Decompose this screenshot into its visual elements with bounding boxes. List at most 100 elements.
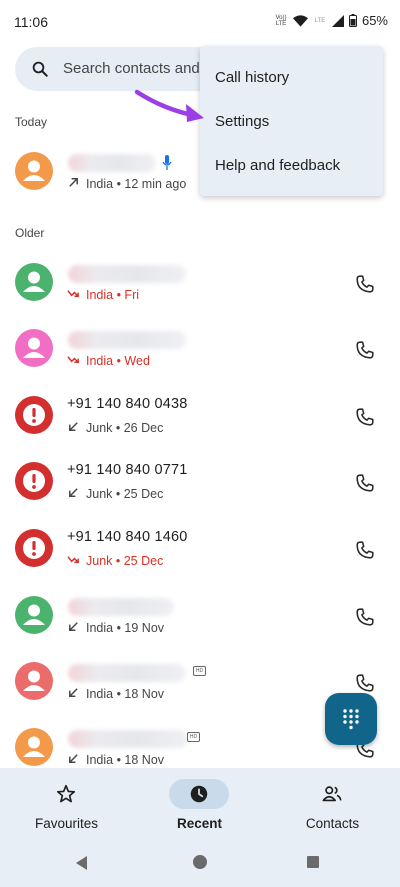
call-details: Junk • 25 Dec bbox=[67, 486, 163, 502]
call-missed-icon bbox=[67, 353, 80, 369]
junk-caller-avatar[interactable] bbox=[15, 529, 53, 567]
search-placeholder[interactable]: Search contacts and bbox=[63, 60, 200, 77]
home-icon[interactable] bbox=[193, 855, 207, 869]
call-button[interactable] bbox=[354, 606, 376, 628]
call-details: India • 19 Nov bbox=[67, 620, 164, 636]
volte-indicator: Vo)) LTE bbox=[275, 14, 287, 27]
junk-caller-avatar[interactable] bbox=[15, 396, 53, 434]
caller-name: +91 140 840 0771 bbox=[67, 462, 188, 478]
call-button[interactable] bbox=[354, 339, 376, 361]
blurred-contact-name bbox=[68, 154, 156, 172]
call-incoming-icon bbox=[67, 620, 80, 636]
section-today: Today bbox=[15, 115, 48, 129]
menu-item-settings[interactable]: Settings bbox=[215, 113, 269, 130]
star-icon bbox=[56, 784, 76, 803]
hd-call-icon: HD bbox=[187, 732, 200, 742]
phone-icon bbox=[354, 541, 376, 565]
call-detail-text: India • 18 Nov bbox=[86, 753, 165, 767]
call-log-row[interactable]: India • 19 Nov bbox=[0, 590, 400, 650]
lte-label: LTE bbox=[314, 17, 326, 24]
phone-icon bbox=[354, 474, 376, 498]
dialpad-button[interactable] bbox=[325, 693, 377, 745]
search-icon bbox=[32, 61, 48, 77]
menu-item-call-history[interactable]: Call history bbox=[215, 69, 289, 86]
call-missed-icon bbox=[67, 287, 80, 303]
call-details: India • Wed bbox=[67, 353, 150, 369]
call-incoming-icon bbox=[67, 420, 80, 436]
call-details: India • 18 Nov bbox=[67, 752, 164, 768]
contact-avatar[interactable] bbox=[15, 152, 53, 190]
junk-caller-avatar[interactable] bbox=[15, 462, 53, 500]
wifi-icon bbox=[292, 14, 308, 27]
blurred-contact-name bbox=[68, 331, 186, 349]
battery-icon bbox=[348, 14, 357, 27]
voice-memo-icon bbox=[162, 155, 172, 176]
call-missed-icon bbox=[67, 553, 80, 569]
call-detail-text: India • Fri bbox=[86, 288, 140, 302]
status-bar: 11:06 Vo)) LTE LTE 65% bbox=[0, 0, 400, 44]
call-details: Junk • 25 Dec bbox=[67, 553, 163, 569]
phone-icon bbox=[354, 341, 376, 365]
nav-contacts[interactable]: Contacts bbox=[266, 768, 399, 840]
call-log-row[interactable]: India • Wed bbox=[0, 323, 400, 383]
nav-contacts-label: Contacts bbox=[305, 816, 360, 831]
contact-avatar[interactable] bbox=[15, 662, 53, 700]
status-icons: Vo)) LTE LTE 65% bbox=[274, 13, 388, 28]
call-log-row[interactable]: India • Fri bbox=[0, 257, 400, 317]
system-navigation-bar bbox=[0, 840, 400, 887]
pointer-arrow-icon bbox=[134, 89, 204, 122]
call-outgoing-icon bbox=[67, 176, 80, 192]
section-older: Older bbox=[15, 226, 45, 240]
phone-icon bbox=[354, 608, 376, 632]
call-detail-text: Junk • 25 Dec bbox=[86, 487, 164, 501]
call-log-row[interactable]: +91 140 840 1460 Junk • 25 Dec bbox=[0, 523, 400, 583]
call-incoming-icon bbox=[67, 686, 80, 702]
call-button[interactable] bbox=[354, 406, 376, 428]
battery-percent: 65% bbox=[361, 13, 388, 28]
people-icon bbox=[322, 786, 342, 802]
phone-icon bbox=[354, 740, 376, 764]
call-detail-text: India • Wed bbox=[86, 354, 150, 368]
call-details: Junk • 26 Dec bbox=[67, 420, 163, 436]
call-detail-text: Junk • 26 Dec bbox=[86, 421, 164, 435]
blurred-contact-name bbox=[68, 730, 188, 748]
contact-avatar[interactable] bbox=[15, 329, 53, 367]
call-details: India • Fri bbox=[67, 287, 139, 303]
call-button[interactable] bbox=[354, 539, 376, 561]
recent-apps-icon[interactable] bbox=[307, 856, 319, 868]
back-icon[interactable] bbox=[76, 856, 87, 870]
call-details: India • 12 min ago bbox=[67, 176, 186, 192]
call-button[interactable] bbox=[354, 472, 376, 494]
blurred-contact-name bbox=[68, 265, 186, 283]
phone-icon bbox=[354, 408, 376, 432]
call-details: India • 18 Nov bbox=[67, 686, 164, 702]
signal-icon bbox=[331, 14, 344, 27]
phone-icon bbox=[354, 275, 376, 299]
contact-avatar[interactable] bbox=[15, 263, 53, 301]
nav-recent[interactable]: Recent bbox=[133, 768, 266, 840]
call-button[interactable] bbox=[354, 273, 376, 295]
clock-icon bbox=[190, 785, 208, 803]
nav-favourites[interactable]: Favourites bbox=[0, 768, 133, 840]
call-button[interactable] bbox=[354, 672, 376, 694]
caller-name: +91 140 840 0438 bbox=[67, 396, 188, 412]
caller-name: +91 140 840 1460 bbox=[67, 529, 188, 545]
blurred-contact-name bbox=[68, 598, 174, 616]
call-detail-text: India • 19 Nov bbox=[86, 621, 165, 635]
menu-item-help-and-feedback[interactable]: Help and feedback bbox=[215, 157, 340, 174]
nav-favourites-label: Favourites bbox=[34, 816, 99, 831]
dialpad-icon bbox=[343, 709, 359, 730]
status-time: 11:06 bbox=[14, 14, 48, 30]
nav-recent-label: Recent bbox=[176, 816, 222, 831]
contact-avatar[interactable] bbox=[15, 728, 53, 766]
call-log-row[interactable]: +91 140 840 0438 Junk • 26 Dec bbox=[0, 390, 400, 450]
blurred-contact-name bbox=[68, 664, 186, 682]
hd-call-icon: HD bbox=[193, 666, 206, 676]
contact-avatar[interactable] bbox=[15, 596, 53, 634]
call-detail-text: India • 18 Nov bbox=[86, 687, 165, 701]
call-log-row[interactable]: +91 140 840 0771 Junk • 25 Dec bbox=[0, 456, 400, 516]
call-detail-text: Junk • 25 Dec bbox=[86, 554, 164, 568]
bottom-navigation: Favourites Recent Contacts bbox=[0, 768, 400, 840]
overflow-menu: Call history Settings Help and feedback bbox=[200, 46, 383, 196]
call-incoming-icon bbox=[67, 486, 80, 502]
